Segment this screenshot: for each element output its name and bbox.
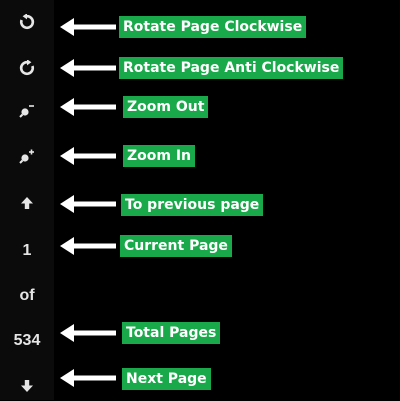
arrow-down-icon xyxy=(21,380,33,392)
pointer-arrow xyxy=(60,147,116,165)
pointer-arrow xyxy=(60,369,116,387)
annotation-current-page: Current Page xyxy=(120,235,232,257)
zoom-in-icon xyxy=(19,149,34,164)
pdf-viewer-toolbar: 1 of 534 xyxy=(0,0,54,400)
previous-page-button[interactable] xyxy=(0,188,54,218)
rotate-clockwise-button[interactable] xyxy=(0,7,54,37)
zoom-out-icon xyxy=(19,105,34,118)
annotation-zoom-in: Zoom In xyxy=(123,145,196,167)
annotation-rotate-anticlockwise: Rotate Page Anti Clockwise xyxy=(119,57,344,79)
arrow-up-icon xyxy=(21,197,33,209)
annotation-previous-page: To previous page xyxy=(121,194,264,216)
pointer-arrow xyxy=(60,237,116,255)
annotation-total-pages: Total Pages xyxy=(122,322,221,344)
rotate-clockwise-icon xyxy=(19,14,35,30)
of-label: of xyxy=(19,287,35,304)
pointer-arrow xyxy=(60,59,116,77)
pointer-arrow xyxy=(60,195,116,213)
next-page-button[interactable] xyxy=(0,371,54,401)
current-page-number[interactable]: 1 xyxy=(0,242,54,260)
pointer-arrow xyxy=(60,18,116,36)
annotation-rotate-clockwise: Rotate Page Clockwise xyxy=(119,16,307,38)
annotation-next-page: Next Page xyxy=(122,368,211,390)
rotate-anticlockwise-icon xyxy=(19,60,35,76)
zoom-out-button[interactable] xyxy=(0,95,54,125)
total-pages-number: 534 xyxy=(13,332,41,349)
pointer-arrow xyxy=(60,98,116,116)
rotate-anticlockwise-button[interactable] xyxy=(0,53,54,83)
zoom-in-button[interactable] xyxy=(0,141,54,171)
annotation-zoom-out: Zoom Out xyxy=(123,96,209,118)
pointer-arrow xyxy=(60,324,116,342)
